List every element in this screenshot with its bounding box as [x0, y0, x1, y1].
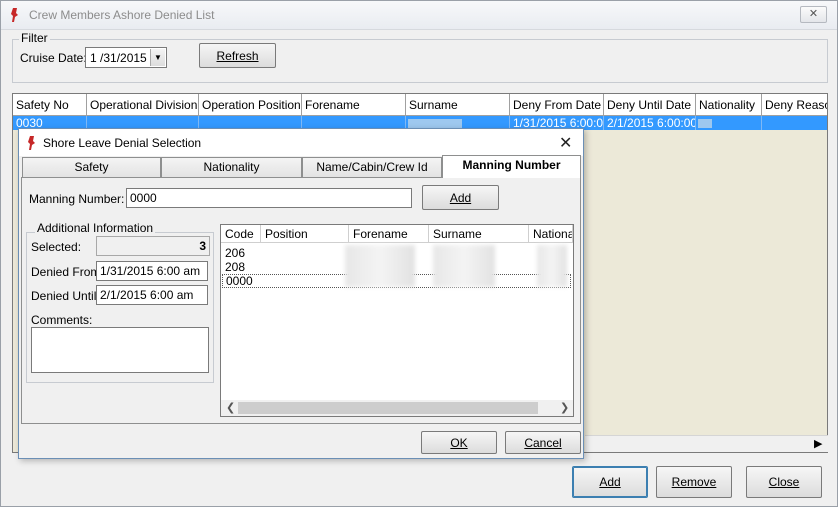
grid-horizontal-scrollbar[interactable]: ▶: [585, 435, 828, 452]
manning-number-input[interactable]: 0000: [126, 188, 412, 208]
list-horizontal-scrollbar[interactable]: ❮ ❯: [221, 400, 573, 416]
redacted-forename: [345, 245, 415, 287]
column-header-operation-position[interactable]: Operation Position: [199, 94, 302, 116]
tab-manning-number[interactable]: Manning Number: [442, 155, 581, 178]
add-button[interactable]: Add: [572, 466, 648, 498]
shore-leave-denial-dialog: Shore Leave Denial Selection ✕ Safety Na…: [18, 128, 584, 459]
dialog-title: Shore Leave Denial Selection: [43, 136, 202, 150]
redacted-surname: [408, 119, 462, 128]
main-window: Crew Members Ashore Denied List ✕ Filter…: [0, 0, 838, 507]
refresh-button[interactable]: Refresh: [199, 43, 276, 68]
row-deny-reason[interactable]: [762, 116, 827, 130]
denied-until-input[interactable]: 2/1/2015 6:00 am: [96, 285, 208, 305]
denied-until-label: Denied Until:: [31, 289, 100, 303]
filter-legend: Filter: [19, 31, 50, 45]
comments-label: Comments:: [31, 313, 93, 327]
list-item[interactable]: 208: [225, 260, 245, 274]
scrollbar-thumb[interactable]: [238, 402, 538, 414]
tab-name-cabin-crew-id[interactable]: Name/Cabin/Crew Id: [302, 157, 442, 177]
remove-button[interactable]: Remove: [656, 466, 732, 498]
cruise-date-picker[interactable]: 1 /31/2015 ▼: [85, 47, 167, 68]
cruise-date-label: Cruise Date:: [20, 51, 87, 65]
column-header-code[interactable]: Code: [221, 225, 261, 243]
cruise-date-value: 1 /31/2015: [90, 51, 147, 65]
chevron-right-icon[interactable]: ❯: [560, 401, 569, 414]
column-header-position[interactable]: Position: [261, 225, 349, 243]
selected-count-value: 3: [199, 239, 206, 253]
column-header-forename[interactable]: Forename: [349, 225, 429, 243]
close-button[interactable]: Close: [746, 466, 822, 498]
column-header-surname[interactable]: Surname: [429, 225, 529, 243]
redacted-surname: [433, 245, 495, 287]
dialog-add-button[interactable]: Add: [422, 185, 499, 210]
denied-from-label: Denied From:: [31, 265, 104, 279]
cancel-button[interactable]: Cancel: [505, 431, 581, 454]
ok-button[interactable]: OK: [421, 431, 497, 454]
dialog-titlebar: Shore Leave Denial Selection ✕: [19, 129, 583, 156]
chevron-left-icon[interactable]: ❮: [226, 401, 235, 414]
column-header-nationality[interactable]: Nationa: [529, 225, 573, 243]
redacted-nationality: [698, 119, 712, 128]
column-header-deny-from-date[interactable]: Deny From Date: [510, 94, 604, 116]
tab-safety[interactable]: Safety: [22, 157, 161, 177]
row-nationality[interactable]: [696, 116, 762, 130]
comments-textarea[interactable]: [31, 327, 209, 373]
column-header-deny-until-date[interactable]: Deny Until Date: [604, 94, 696, 116]
column-header-surname[interactable]: Surname: [406, 94, 510, 116]
tab-nationality[interactable]: Nationality: [161, 157, 302, 177]
chevron-down-icon[interactable]: ▼: [150, 49, 165, 66]
dialog-close-icon[interactable]: ✕: [559, 133, 572, 153]
column-header-nationality[interactable]: Nationality: [696, 94, 762, 116]
denied-from-input[interactable]: 1/31/2015 6:00 am: [96, 261, 208, 281]
additional-info-legend: Additional Information: [35, 221, 156, 235]
redacted-nationality: [537, 245, 567, 287]
list-item[interactable]: 206: [225, 246, 245, 260]
selected-label: Selected:: [31, 240, 82, 254]
app-icon: [28, 136, 35, 150]
column-header-operational-division[interactable]: Operational Division: [87, 94, 199, 116]
window-title: Crew Members Ashore Denied List: [29, 8, 215, 22]
column-header-forename[interactable]: Forename: [302, 94, 406, 116]
manning-list-grid: Code Position Forename Surname Nationa 2…: [220, 224, 574, 417]
chevron-right-icon[interactable]: ▶: [814, 437, 822, 450]
window-titlebar: Crew Members Ashore Denied List ✕: [1, 1, 837, 30]
manning-number-label: Manning Number:: [29, 192, 125, 206]
manning-number-tab-page: Manning Number: 0000 Add Additional Info…: [21, 177, 581, 424]
window-close-button[interactable]: ✕: [800, 6, 827, 23]
list-item: 0000: [226, 274, 253, 288]
app-icon: [11, 8, 18, 22]
column-header-deny-reason[interactable]: Deny Reason: [762, 94, 827, 116]
selected-count-field: 3: [96, 236, 210, 256]
column-header-safety-no[interactable]: Safety No: [13, 94, 87, 116]
row-deny-until-date[interactable]: 2/1/2015 6:00:00: [604, 116, 696, 130]
